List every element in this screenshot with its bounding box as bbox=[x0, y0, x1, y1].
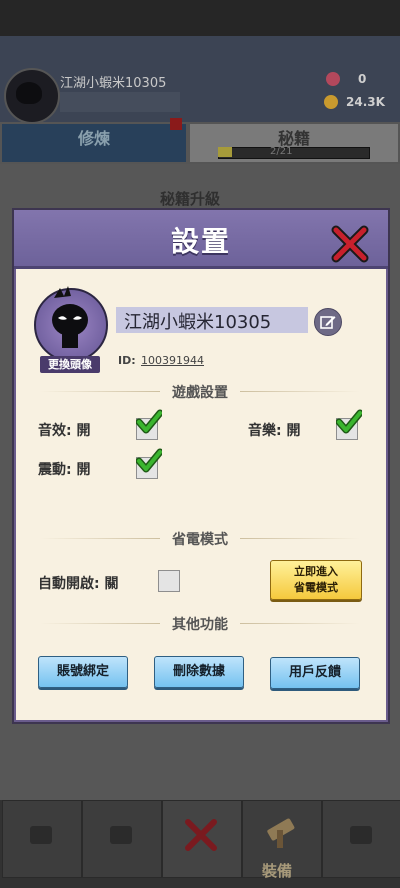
lock-icon bbox=[30, 826, 52, 844]
auto-power-saving-checkbox[interactable] bbox=[158, 570, 180, 592]
checkmark-icon bbox=[136, 409, 162, 434]
coin-icon bbox=[324, 95, 338, 109]
checkmark-icon bbox=[136, 448, 162, 473]
game-settings-title: 遊戲設置 bbox=[172, 385, 228, 401]
crossed-swords-icon bbox=[185, 819, 217, 851]
background-player-name: 江湖小蝦米10305 bbox=[60, 76, 167, 91]
change-avatar-button[interactable]: 更換頭像 bbox=[40, 356, 100, 373]
divider bbox=[240, 538, 360, 539]
background-name-bar bbox=[60, 92, 180, 112]
enter-power-saving-line2: 省電模式 bbox=[294, 581, 338, 594]
notification-dot bbox=[170, 118, 182, 130]
edit-icon bbox=[320, 316, 336, 329]
power-saving-title: 省電模式 bbox=[172, 532, 228, 548]
player-name: 江湖小蝦米10305 bbox=[124, 312, 272, 333]
coin-count: 24.3K bbox=[346, 95, 385, 109]
divider bbox=[40, 538, 160, 539]
manual-progress-bar bbox=[218, 147, 370, 159]
manual-progress-fill bbox=[218, 147, 232, 157]
ninja-avatar-icon bbox=[52, 286, 88, 348]
other-functions-title: 其他功能 bbox=[172, 617, 228, 633]
id-value[interactable]: 100391944 bbox=[141, 354, 204, 367]
bind-account-button[interactable]: 賬號綁定 bbox=[38, 656, 128, 688]
close-button[interactable] bbox=[330, 224, 370, 264]
lock-icon bbox=[350, 826, 372, 844]
hammer-icon bbox=[267, 818, 295, 848]
vibration-label: 震動: 開 bbox=[38, 462, 91, 478]
background-avatar-face bbox=[16, 82, 42, 104]
enter-power-saving-button[interactable]: 立即進入 省電模式 bbox=[270, 560, 362, 600]
checkmark-icon bbox=[336, 409, 362, 434]
gem-icon bbox=[326, 72, 340, 86]
sound-label: 音效: 開 bbox=[38, 423, 91, 439]
auto-power-saving-label: 自動開啟: 關 bbox=[38, 576, 119, 592]
manual-progress-text: 2/21 bbox=[270, 146, 293, 157]
equip-label: 裝備 bbox=[262, 862, 293, 880]
feedback-button[interactable]: 用戶反饋 bbox=[270, 657, 360, 689]
lock-icon bbox=[110, 826, 132, 844]
divider bbox=[40, 623, 160, 624]
divider bbox=[240, 391, 360, 392]
status-bar-area bbox=[0, 0, 400, 36]
music-label: 音樂: 開 bbox=[248, 423, 301, 439]
divider bbox=[240, 623, 360, 624]
gem-count: 0 bbox=[358, 72, 367, 86]
delete-data-button[interactable]: 刪除數據 bbox=[154, 656, 244, 688]
upgrade-title: 秘籍升級 bbox=[160, 190, 221, 208]
divider bbox=[40, 391, 160, 392]
id-label: ID: bbox=[118, 354, 136, 367]
enter-power-saving-line1: 立即進入 bbox=[294, 565, 338, 578]
tab-training[interactable]: 修煉 bbox=[2, 124, 186, 162]
